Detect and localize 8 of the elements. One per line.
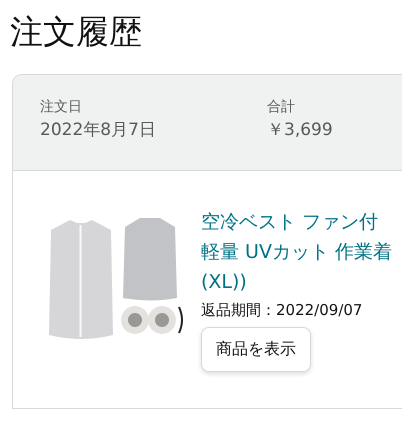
order-date-label: 注文日 bbox=[40, 98, 83, 117]
page-title: 注文履歴 bbox=[9, 11, 143, 53]
return-period: 返品期間：2022/09/07 bbox=[201, 300, 362, 321]
product-title-link[interactable]: 空冷ベスト ファン付 軽量 UVカット 作業着 (XL)) bbox=[201, 207, 392, 297]
total-label: 合計 bbox=[267, 98, 296, 117]
view-item-button[interactable]: 商品を表示 bbox=[201, 327, 311, 372]
order-total: ￥3,699 bbox=[267, 119, 333, 142]
order-date: 2022年8月7日 bbox=[40, 119, 157, 142]
